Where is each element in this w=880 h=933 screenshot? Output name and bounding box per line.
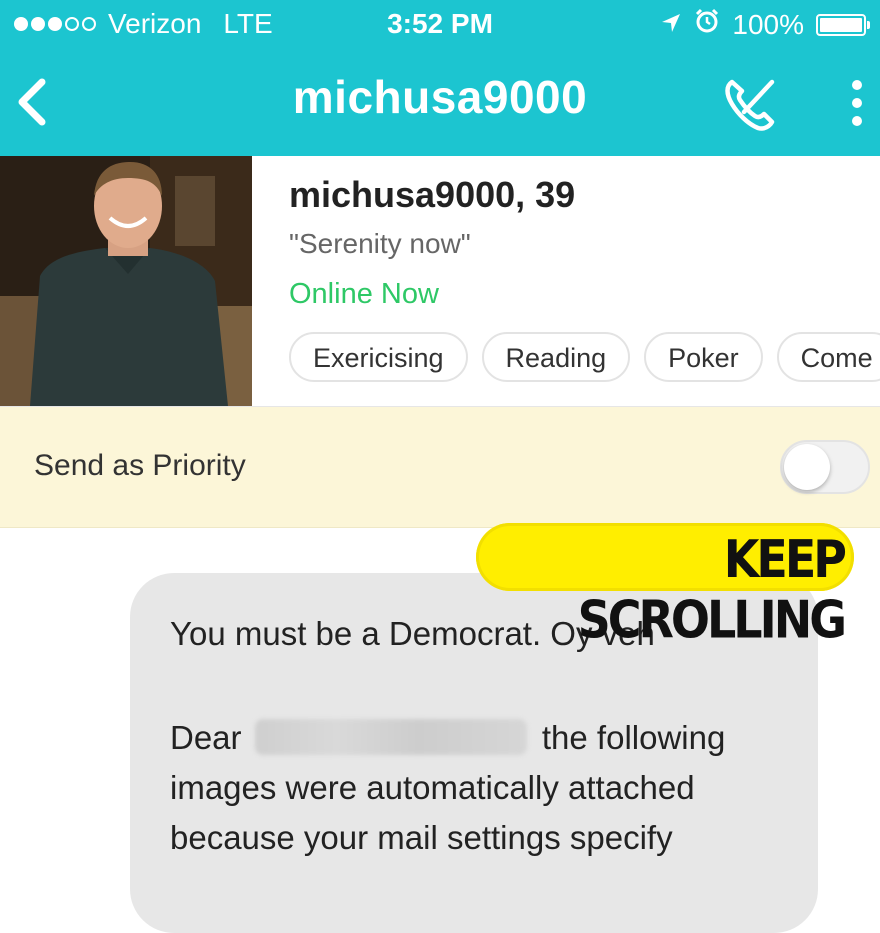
battery-percent: 100% [732, 8, 804, 40]
keep-scrolling-banner: KEEP SCROLLING [476, 523, 854, 650]
profile-photo[interactable] [0, 156, 252, 406]
online-status: Online Now [289, 278, 439, 310]
priority-label: Send as Priority [34, 449, 246, 482]
message-line-greeting: Dear the following [170, 719, 725, 757]
status-bar: Verizon LTE 3:52 PM 100% [0, 0, 880, 52]
app-header: Verizon LTE 3:52 PM 100% michusa9000 [0, 0, 880, 156]
person-photo-illustration [0, 156, 252, 406]
more-vertical-icon [852, 80, 862, 90]
toggle-knob [784, 444, 830, 490]
more-options-button[interactable] [840, 74, 874, 134]
status-right: 100% [660, 8, 870, 41]
interest-tag[interactable]: Exericising [289, 332, 468, 382]
battery-fill [820, 17, 862, 32]
priority-toggle[interactable] [780, 440, 870, 494]
redacted-username [254, 719, 527, 755]
profile-name-age: michusa9000, 39 [289, 174, 576, 215]
call-button[interactable] [718, 72, 782, 136]
phone-off-icon [725, 79, 775, 131]
message-line: images were automatically attached [170, 769, 695, 806]
interest-tag[interactable]: Come [776, 332, 880, 382]
interest-tag[interactable]: Poker [644, 332, 763, 382]
location-arrow-icon [660, 9, 682, 41]
interest-tag[interactable]: Reading [481, 332, 631, 382]
message-line: because your mail settings specify [170, 819, 673, 856]
interest-tags: Exericising Reading Poker Come [289, 332, 880, 382]
alarm-clock-icon [694, 8, 720, 41]
priority-row: Send as Priority [0, 407, 880, 528]
message-text: Dear [170, 719, 242, 756]
profile-quote: "Serenity now" [289, 228, 471, 259]
banner-text: KEEP SCROLLING [577, 529, 847, 650]
battery-icon [816, 13, 870, 36]
message-text: the following [541, 719, 726, 756]
nav-bar: michusa9000 [0, 52, 880, 156]
profile-card[interactable]: michusa9000, 39 "Serenity now" Online No… [0, 156, 880, 407]
